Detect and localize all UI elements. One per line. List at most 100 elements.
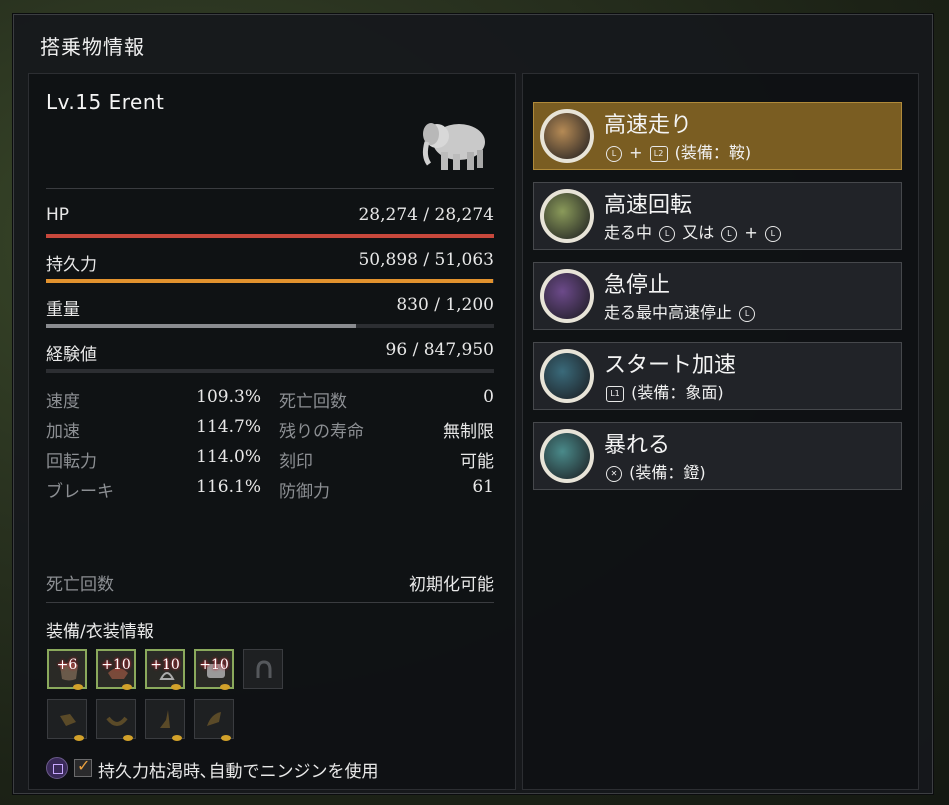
l2-button-icon: L2	[649, 145, 668, 162]
skill-key: ✕ (装備：鐙)	[604, 459, 706, 483]
costume-stirrup-icon	[160, 710, 170, 728]
check-icon: ✓	[77, 756, 91, 775]
gold-dot	[221, 735, 231, 741]
exp-bar	[46, 369, 494, 373]
stirrup-slot[interactable]: +10	[145, 649, 185, 690]
gold-dot	[123, 735, 133, 741]
attr-value: 114.0%	[196, 447, 261, 467]
enhance-level: +10	[101, 657, 131, 673]
skill-start-accel[interactable]: スタート加速 L1 (装備：象面)	[533, 342, 902, 410]
stamina-label: 持久力	[46, 255, 97, 275]
info-value: 61	[472, 477, 494, 497]
attr-label: 回転力	[46, 452, 97, 472]
stamina-row: 持久力 50,898 / 51,063	[46, 250, 494, 275]
hp-row: HP 28,274 / 28,274	[46, 205, 494, 229]
mount-stats-panel: Lv.15 Erent HP 28,274 / 28,274 持久力 50,89…	[28, 73, 516, 790]
separator	[46, 188, 494, 189]
l-stick-icon: L	[659, 225, 676, 242]
skill-key-text: (装備：鐙)	[629, 463, 706, 482]
info-label: 防御力	[279, 482, 330, 502]
enhance-level: +10	[150, 657, 180, 673]
l-stick-icon: L	[606, 145, 622, 162]
skill-fast-run[interactable]: 高速走り L + L2 (装備：鞍)	[533, 102, 902, 170]
horseshoe-slot[interactable]	[243, 649, 283, 689]
skill-key: L1 (装備：象面)	[604, 379, 724, 403]
auto-carrot-checkbox[interactable]: ✓	[74, 756, 92, 777]
costume-feet-icon	[207, 712, 221, 726]
attr-value: 109.3%	[196, 387, 261, 407]
info-label: 残りの寿命	[279, 422, 364, 442]
reset-label: 死亡回数	[46, 575, 114, 595]
skill-key-text: 走る中	[604, 223, 653, 242]
skill-icon-image	[544, 273, 590, 319]
hp-value: 28,274 / 28,274	[358, 205, 494, 225]
attr-label: ブレーキ	[46, 482, 114, 502]
reset-row: 死亡回数 初期化可能	[46, 570, 494, 595]
costume-head-slot[interactable]	[47, 699, 87, 741]
skill-key: 走る最中高速停止 L	[604, 299, 757, 323]
stamina-bar-fill	[46, 279, 493, 283]
stamina-value: 50,898 / 51,063	[358, 250, 494, 270]
costume-saddle-slot[interactable]	[96, 699, 136, 741]
mount-info-window: 搭乗物情報 Lv.15 Erent HP 28,274 / 28,274 持久力…	[13, 14, 933, 794]
fast-turn-skill-icon	[540, 189, 594, 243]
l-stick-icon: L	[764, 225, 781, 242]
saddle-slot[interactable]: +10	[96, 649, 136, 690]
exp-value: 96 / 847,950	[385, 340, 494, 360]
equipment-title: 装備/衣装情報	[46, 622, 154, 642]
enhance-level: +10	[199, 657, 229, 673]
skill-fast-turn[interactable]: 高速回転 走る中 L 又は L + L	[533, 182, 902, 250]
skill-key: 走る中 L 又は L + L	[604, 219, 783, 243]
weight-row: 重量 830 / 1,200	[46, 295, 494, 320]
gold-dot	[172, 735, 182, 741]
hp-bar	[46, 234, 494, 238]
skill-name: 急停止	[604, 273, 671, 298]
mount-name: Lv.15 Erent	[46, 90, 165, 114]
info-label: 刻印	[279, 452, 313, 472]
start-accel-skill-icon	[540, 349, 594, 403]
skill-key-text: 走る最中高速停止	[604, 303, 733, 322]
skill-quick-stop[interactable]: 急停止 走る最中高速停止 L	[533, 262, 902, 330]
skill-key: L + L2 (装備：鞍)	[604, 139, 751, 163]
horseshoe-armor-slot[interactable]: +10	[194, 649, 234, 690]
gold-dot	[122, 684, 132, 690]
hp-label: HP	[46, 205, 70, 225]
weight-bar-fill	[46, 324, 357, 328]
skill-icon-image	[544, 193, 590, 239]
costume-head-icon	[60, 714, 76, 726]
skill-name: 高速走り	[604, 113, 693, 138]
skill-name: 高速回転	[604, 193, 693, 218]
attr-label: 速度	[46, 392, 80, 412]
weight-bar	[46, 324, 494, 328]
barding-slot[interactable]: +6	[47, 649, 87, 690]
skill-icon-image	[544, 353, 590, 399]
exp-row: 経験値 96 / 847,950	[46, 340, 494, 365]
skill-name: スタート加速	[604, 353, 737, 378]
weight-value: 830 / 1,200	[396, 295, 494, 315]
weight-label: 重量	[46, 300, 80, 320]
gold-dot	[220, 684, 230, 690]
skill-icon-image	[544, 113, 590, 159]
skill-key-text: (装備：象面)	[631, 383, 724, 402]
gold-dot	[73, 684, 83, 690]
cross-button-icon: ✕	[606, 465, 622, 482]
fast-run-skill-icon	[540, 109, 594, 163]
skill-key-text: (装備：鞍)	[674, 143, 752, 162]
costume-saddle-icon	[106, 716, 128, 726]
gold-dot	[171, 684, 181, 690]
costume-stirrup-slot[interactable]	[145, 699, 185, 741]
info-value: 無制限	[443, 422, 494, 442]
exp-label: 経験値	[46, 345, 97, 365]
info-label: 死亡回数	[279, 392, 347, 412]
rampage-skill-icon	[540, 429, 594, 483]
window-title: 搭乗物情報	[40, 35, 145, 59]
gold-dot	[74, 735, 84, 741]
skill-name: 暴れる	[604, 433, 671, 458]
hp-bar-fill	[46, 234, 494, 238]
stamina-bar	[46, 279, 494, 283]
costume-feet-slot[interactable]	[194, 699, 234, 741]
skill-rampage[interactable]: 暴れる ✕ (装備：鐙)	[533, 422, 902, 490]
horseshoe-icon	[256, 660, 272, 678]
quick-stop-skill-icon	[540, 269, 594, 323]
l1-button-icon: L1	[606, 385, 624, 402]
